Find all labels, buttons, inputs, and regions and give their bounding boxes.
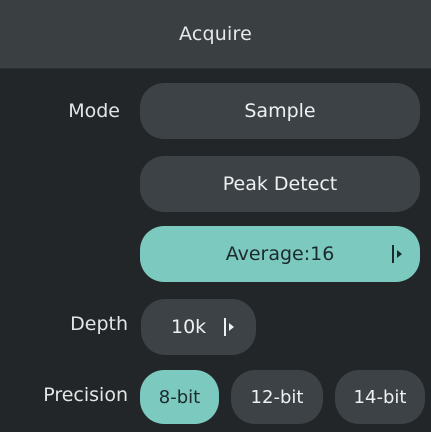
depth-label: Depth: [70, 313, 128, 335]
mode-sample-button[interactable]: Sample: [140, 83, 420, 139]
precision-8bit-label: 8-bit: [158, 386, 201, 408]
mode-label: Mode: [68, 100, 120, 122]
precision-14bit-button[interactable]: 14-bit: [335, 370, 425, 424]
precision-14bit-label: 14-bit: [353, 386, 407, 408]
mode-sample-label: Sample: [244, 100, 316, 122]
precision-label: Precision: [43, 384, 128, 406]
panel-header: Acquire: [0, 0, 431, 69]
expand-right-icon[interactable]: [224, 318, 234, 336]
mode-peak-detect-label: Peak Detect: [222, 173, 338, 195]
precision-12bit-label: 12-bit: [250, 386, 304, 408]
mode-peak-detect-button[interactable]: Peak Detect: [140, 156, 420, 212]
precision-12bit-button[interactable]: 12-bit: [231, 370, 323, 424]
depth-value: 10k: [171, 316, 207, 338]
mode-average-label: Average:16: [225, 243, 335, 265]
precision-8bit-button[interactable]: 8-bit: [140, 370, 219, 424]
panel-title: Acquire: [179, 23, 252, 45]
depth-selector[interactable]: 10k: [141, 299, 256, 355]
expand-right-icon[interactable]: [392, 245, 402, 263]
acquire-panel: Acquire Mode Sample Peak Detect Average:…: [0, 0, 431, 432]
mode-average-button[interactable]: Average:16: [140, 226, 420, 282]
